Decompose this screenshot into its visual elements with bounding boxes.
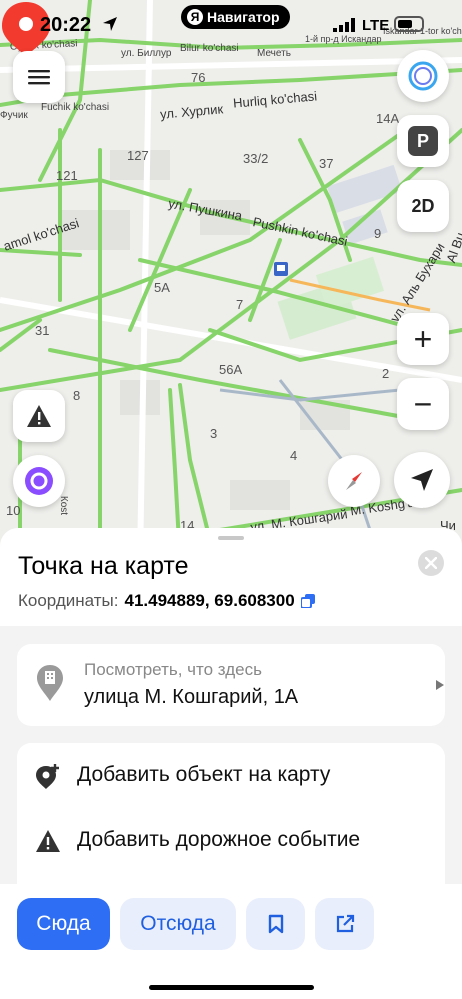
road-event-map-button[interactable]	[13, 390, 65, 442]
sheet-header: Точка на карте Координаты: 41.494889, 69…	[0, 528, 462, 626]
parking-button[interactable]: P	[397, 115, 449, 167]
road-event-icon	[36, 830, 60, 852]
close-icon	[425, 557, 437, 569]
chevron-right-icon	[436, 680, 444, 690]
add-road-event-action[interactable]: Добавить дорожное событие	[17, 808, 445, 872]
bus-stop-icon[interactable]	[274, 262, 288, 276]
zoom-out-button[interactable]: −	[397, 378, 449, 430]
house-number: 9	[374, 226, 382, 241]
alice-button[interactable]	[397, 50, 449, 102]
parking-icon: P	[408, 126, 438, 156]
signal-icon	[333, 18, 355, 32]
location-arrow-icon	[103, 17, 117, 31]
house-number: 37	[319, 156, 334, 171]
app-badge[interactable]: Я Навигатор	[181, 5, 290, 29]
house-number: 33/2	[243, 151, 269, 166]
route-here-button[interactable]: Сюда	[17, 898, 110, 950]
house-number: 31	[35, 323, 50, 338]
minus-icon: −	[413, 385, 433, 422]
address-hint: Посмотреть, что здесь	[84, 660, 262, 679]
house-number: 8	[73, 388, 81, 403]
status-bar: 20:22 Я Навигатор LTE	[0, 0, 462, 52]
share-button[interactable]	[315, 898, 374, 950]
compass-button[interactable]	[328, 455, 380, 507]
place-sheet: Точка на карте Координаты: 41.494889, 69…	[0, 528, 462, 999]
house-number: 56A	[219, 362, 243, 377]
copy-icon[interactable]	[300, 594, 315, 608]
house-number: 14A	[376, 111, 400, 126]
add-place-label: Добавить объект на карту	[77, 763, 331, 786]
alice-voice-button[interactable]	[13, 455, 65, 507]
my-location-button[interactable]	[394, 452, 450, 508]
house-number: 10	[6, 503, 21, 518]
home-indicator[interactable]	[149, 985, 314, 990]
sheet-grabber[interactable]	[218, 536, 244, 540]
actions-card: Добавить объект на карту Добавить дорожн…	[17, 743, 445, 899]
yandex-logo-icon: Я	[187, 9, 203, 25]
add-place-icon	[36, 764, 59, 789]
house-number: 4	[290, 448, 298, 463]
share-icon	[336, 914, 354, 933]
sheet-title: Точка на карте	[18, 552, 189, 580]
map-roads	[0, 0, 462, 560]
plus-icon: +	[413, 320, 433, 357]
map-view[interactable]: Oybek ko'chasi ул. Биллур Bilur ko'chasi…	[0, 0, 462, 560]
house-number: 7	[236, 297, 244, 312]
house-number: 76	[191, 70, 206, 85]
street-label: Fuchik ko'chasi	[41, 102, 110, 113]
alice-assistant-icon	[25, 467, 53, 495]
house-number: 127	[127, 148, 149, 163]
house-number: 2	[382, 366, 390, 381]
street-label: Коst	[58, 495, 70, 516]
app-badge-label: Навигатор	[207, 9, 280, 25]
alice-icon	[408, 61, 438, 91]
battery-icon	[394, 16, 424, 32]
coordinates-value: 41.494889, 69.608300	[124, 591, 295, 610]
network-type: LTE	[362, 17, 390, 34]
menu-icon	[28, 70, 50, 85]
house-number: 5A	[154, 280, 170, 295]
address-card[interactable]: Посмотреть, что здесь улица М. Кошгарий,…	[17, 644, 445, 726]
address-text: улица М. Кошгарий, 1А	[84, 686, 299, 708]
compass-icon	[346, 472, 362, 490]
house-number: 121	[56, 168, 78, 183]
view-mode-label: 2D	[411, 195, 435, 216]
menu-button[interactable]	[13, 51, 65, 103]
route-from-button[interactable]: Отсюда	[120, 898, 236, 950]
coordinates-label: Координаты:	[18, 591, 119, 610]
building-pin-icon	[37, 665, 63, 701]
save-button[interactable]	[246, 898, 305, 950]
coordinates-row[interactable]: Координаты: 41.494889, 69.608300	[18, 591, 315, 611]
add-road-event-label: Добавить дорожное событие	[77, 828, 361, 851]
zoom-in-button[interactable]: +	[397, 313, 449, 365]
add-place-action[interactable]: Добавить объект на карту	[17, 743, 445, 807]
view-mode-button[interactable]: 2D	[397, 180, 449, 232]
street-label: Фучик	[0, 110, 28, 121]
navigation-arrow-icon	[411, 469, 433, 491]
close-button[interactable]	[418, 550, 444, 576]
house-number: 3	[210, 426, 218, 441]
bookmark-icon	[268, 914, 283, 934]
status-time: 20:22	[40, 14, 92, 36]
action-bar: Сюда Отсюда	[0, 884, 462, 999]
warning-icon	[27, 405, 51, 427]
